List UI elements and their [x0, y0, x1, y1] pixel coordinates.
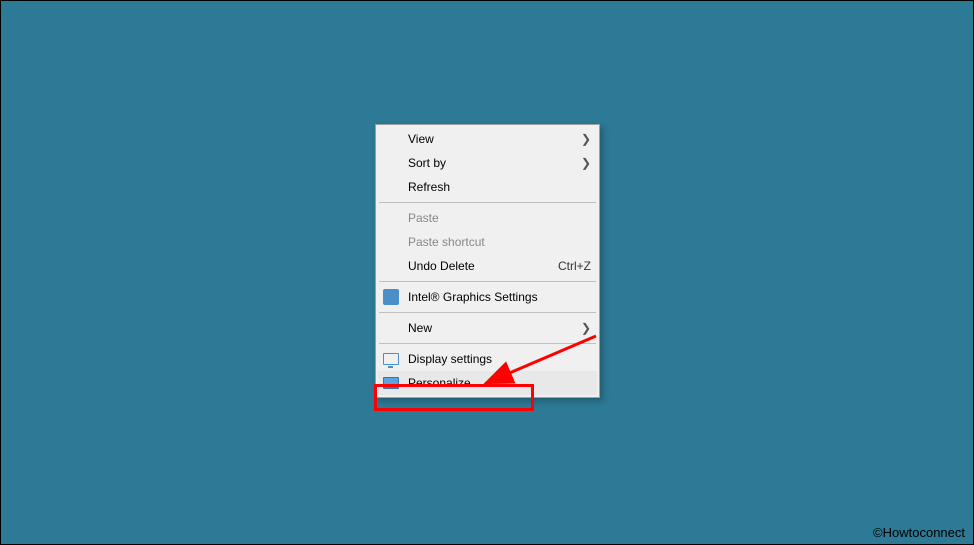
menu-item-intel-graphics[interactable]: Intel® Graphics Settings [378, 285, 597, 309]
menu-separator [379, 281, 596, 282]
watermark-text: ©Howtoconnect [873, 525, 965, 540]
menu-label: New [408, 321, 577, 335]
chevron-right-icon: ❯ [577, 156, 591, 170]
menu-label: Personalize [408, 376, 591, 390]
chevron-right-icon: ❯ [577, 132, 591, 146]
menu-separator [379, 312, 596, 313]
menu-label: Undo Delete [408, 259, 550, 273]
menu-label: View [408, 132, 577, 146]
menu-item-new[interactable]: New ❯ [378, 316, 597, 340]
menu-item-view[interactable]: View ❯ [378, 127, 597, 151]
menu-separator [379, 343, 596, 344]
menu-item-paste-shortcut: Paste shortcut [378, 230, 597, 254]
intel-icon [382, 288, 400, 306]
display-icon [382, 350, 400, 368]
menu-item-paste: Paste [378, 206, 597, 230]
menu-label: Paste shortcut [408, 235, 591, 249]
menu-shortcut: Ctrl+Z [558, 259, 591, 273]
personalize-icon [382, 374, 400, 392]
menu-item-refresh[interactable]: Refresh [378, 175, 597, 199]
menu-item-sort-by[interactable]: Sort by ❯ [378, 151, 597, 175]
desktop-context-menu: View ❯ Sort by ❯ Refresh Paste Paste sho… [375, 124, 600, 398]
menu-item-display-settings[interactable]: Display settings [378, 347, 597, 371]
menu-label: Sort by [408, 156, 577, 170]
menu-separator [379, 202, 596, 203]
menu-label: Refresh [408, 180, 591, 194]
menu-item-undo-delete[interactable]: Undo Delete Ctrl+Z [378, 254, 597, 278]
menu-item-personalize[interactable]: Personalize [378, 371, 597, 395]
menu-label: Paste [408, 211, 591, 225]
menu-label: Intel® Graphics Settings [408, 290, 591, 304]
menu-label: Display settings [408, 352, 591, 366]
chevron-right-icon: ❯ [577, 321, 591, 335]
